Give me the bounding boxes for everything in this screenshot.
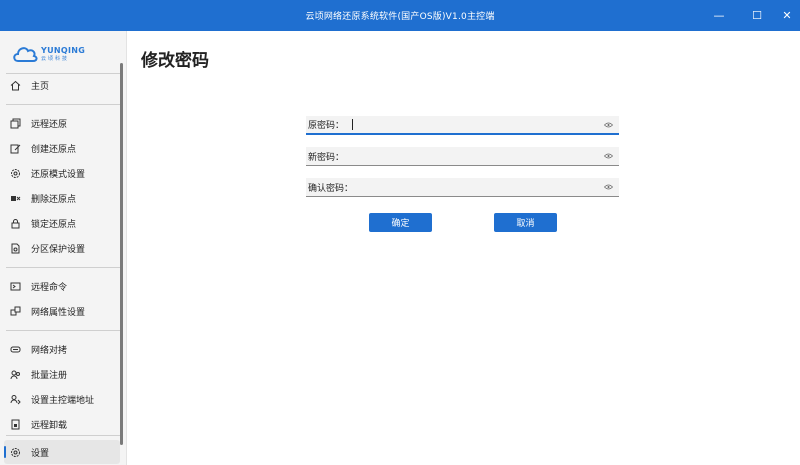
sidebar-item-network-settings[interactable]: 网络属性设置	[4, 299, 120, 323]
sidebar-item-delete-restore-point[interactable]: 删除还原点	[4, 186, 120, 210]
eye-icon[interactable]	[602, 151, 614, 161]
sidebar-item-label: 远程卸载	[31, 420, 68, 431]
confirm-password-label: 确认密码：	[308, 183, 354, 194]
sidebar-item-label: 锁定还原点	[31, 219, 77, 230]
sidebar-item-remote-uninstall[interactable]: 远程卸载	[4, 412, 120, 436]
sidebar-item-label: 删除还原点	[31, 194, 77, 205]
cloud-logo-icon	[13, 47, 38, 62]
terminal-icon	[9, 280, 21, 292]
sidebar-item-batch-register[interactable]: 批量注册	[4, 362, 120, 386]
home-icon	[9, 79, 21, 91]
minimize-button[interactable]: —	[700, 0, 738, 31]
sidebar-item-home[interactable]: 主页	[4, 73, 120, 97]
eye-icon[interactable]	[602, 182, 614, 192]
sidebar-item-label: 远程还原	[31, 119, 68, 130]
new-password-label: 新密码：	[308, 152, 345, 163]
sidebar-item-label: 分区保护设置	[31, 244, 86, 255]
sidebar-item-lock-restore-point[interactable]: 锁定还原点	[4, 211, 120, 235]
users-icon	[9, 368, 21, 380]
sidebar-item-label: 远程命令	[31, 282, 68, 293]
gear-icon	[9, 167, 21, 179]
window-title: 云顷网络还原系统软件(国产OS版)V1.0主控端	[305, 12, 495, 22]
confirm-button[interactable]: 确定	[369, 213, 432, 232]
sidebar-item-label: 创建还原点	[31, 144, 77, 155]
maximize-icon: ☐	[752, 9, 762, 22]
sidebar-item-set-controller-address[interactable]: 设置主控端地址	[4, 387, 120, 411]
old-password-input[interactable]	[353, 116, 602, 133]
logo-text-cn: 云顷科技	[41, 55, 70, 62]
sidebar-item-network-copy[interactable]: 网络对拷	[4, 337, 120, 361]
sidebar-item-restore-mode[interactable]: 还原模式设置	[4, 161, 120, 185]
minimize-icon: —	[713, 9, 725, 22]
delete-icon	[9, 192, 21, 204]
sidebar-item-remote-command[interactable]: 远程命令	[4, 274, 120, 298]
close-icon: ✕	[782, 9, 792, 22]
sidebar-item-partition-protection[interactable]: 分区保护设置	[4, 236, 120, 260]
eye-icon[interactable]	[602, 120, 614, 130]
partition-icon	[9, 242, 21, 254]
new-password-field[interactable]: 新密码：	[306, 147, 619, 166]
sidebar-item-label: 批量注册	[31, 370, 68, 381]
copy-icon	[9, 117, 21, 129]
sidebar-divider	[6, 267, 120, 268]
sidebar-scrollbar[interactable]	[120, 63, 123, 445]
sidebar-divider	[6, 104, 120, 105]
old-password-field[interactable]: 原密码：	[306, 116, 619, 135]
main-content: 修改密码 原密码： 新密码： 确认密码： 确定 取消	[128, 31, 800, 465]
close-button[interactable]: ✕	[768, 0, 800, 31]
network-icon	[9, 305, 21, 317]
old-password-label: 原密码：	[308, 121, 345, 131]
edit-icon	[9, 142, 21, 154]
uninstall-icon	[9, 418, 21, 430]
copy-network-icon	[9, 343, 21, 355]
new-password-input[interactable]	[344, 148, 602, 164]
sidebar-item-settings[interactable]: 设置	[4, 440, 120, 464]
confirm-password-input[interactable]	[353, 179, 602, 195]
sidebar: YUNQING 云顷科技 主页 远程还原 创建还原点 还原模式设置 删除还原点 …	[0, 31, 127, 465]
sidebar-item-label: 网络对拷	[31, 345, 68, 356]
logo-text-en: YUNQING	[41, 45, 86, 55]
sidebar-item-create-restore-point[interactable]: 创建还原点	[4, 136, 120, 160]
sidebar-item-label: 还原模式设置	[31, 169, 86, 180]
sidebar-item-remote-restore[interactable]: 远程还原	[4, 111, 120, 135]
sidebar-divider	[6, 330, 120, 331]
sidebar-item-label: 主页	[31, 81, 50, 92]
sidebar-divider	[6, 435, 120, 436]
lock-icon	[9, 217, 21, 229]
settings-icon	[9, 446, 21, 458]
sidebar-item-label: 设置	[31, 448, 50, 459]
confirm-password-field[interactable]: 确认密码：	[306, 178, 619, 197]
sidebar-item-label: 网络属性设置	[31, 307, 86, 318]
cancel-button[interactable]: 取消	[494, 213, 557, 232]
page-title: 修改密码	[141, 51, 209, 71]
sidebar-item-label: 设置主控端地址	[31, 395, 95, 406]
logo: YUNQING 云顷科技	[12, 41, 112, 67]
address-icon	[9, 393, 21, 405]
title-bar: 云顷网络还原系统软件(国产OS版)V1.0主控端 — ☐ ✕	[0, 0, 800, 31]
